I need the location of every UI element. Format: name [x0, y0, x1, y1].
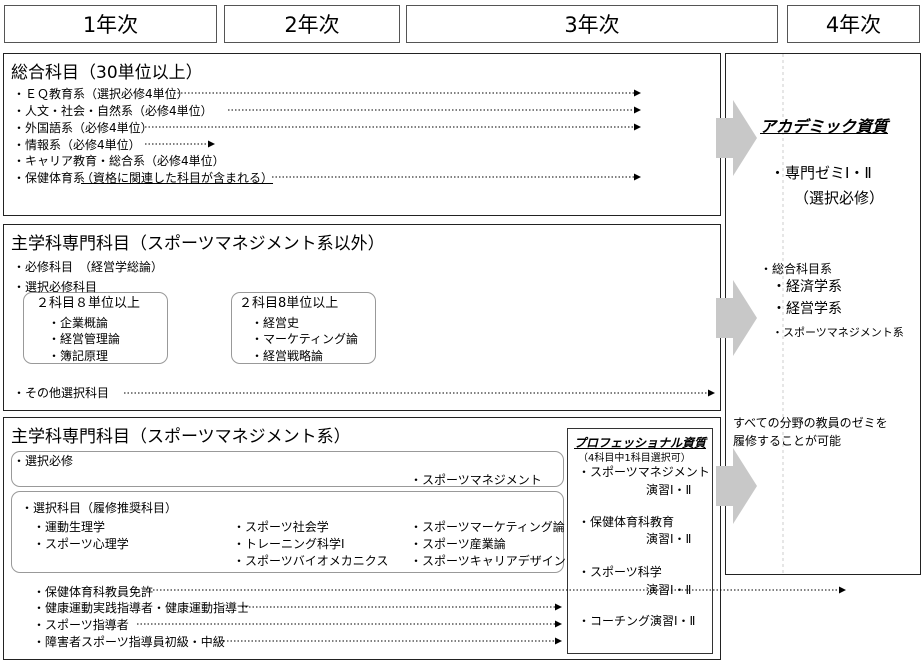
group1-item: ・経営管理論 — [48, 332, 121, 346]
group2-item: ・経営史 — [251, 316, 300, 330]
general-title: 総合科目（30単位以上） — [11, 63, 203, 83]
general-item-career: ・キャリア教育・総合系（必修4単位） — [13, 154, 225, 168]
academic-seminar: ・専門ゼミⅠ・Ⅱ — [770, 164, 872, 182]
license-item: ・障害者スポーツ指導員初級・中級 — [33, 635, 225, 649]
group2-item: ・マーケティング論 — [251, 332, 359, 346]
general-item-eq: ・ＥＱ教育系（選択必修4単位） — [13, 87, 189, 101]
general-item-humanities: ・人文・社会・自然系（必修4単位） — [13, 104, 213, 118]
professional-item-sub: 演習Ⅰ・Ⅱ — [646, 483, 692, 497]
major-other-required: ・必修科目 （経営学総論） — [13, 260, 164, 274]
academic-note: 履修することが可能 — [733, 434, 842, 448]
academic-seminar-note: （選択必修） — [794, 189, 885, 207]
general-item-language: ・外国語系（必修4単位） — [13, 121, 153, 135]
academic-note: すべての分野の教員のゼミを — [733, 416, 888, 430]
professional-note: （4科目中1科目選択可） — [578, 453, 691, 464]
grey-arrow-major-sports — [716, 448, 757, 524]
general-item-health-note: （資格に関連した科目が含まれる） — [81, 171, 274, 185]
professional-title: プロフェッショナル資質 — [574, 436, 707, 450]
sports-elective-label: ・選択科目（履修推奨科目） — [21, 501, 178, 515]
sports-col2-item: ・トレーニング科学Ⅰ — [233, 537, 345, 551]
sports-col3-item: ・スポーツキャリアデザイン — [410, 554, 566, 568]
academic-sports-item: ・スポーツマネジメント系 — [772, 326, 904, 339]
sports-required-label: ・選択必修 — [13, 454, 74, 468]
grey-arrow-major-other — [716, 280, 757, 356]
major-other-title: 主学科専門科目（スポーツマネジメント系以外） — [11, 234, 385, 254]
sports-col3-item: ・スポーツ産業論 — [410, 537, 506, 551]
major-other-others: ・その他選択科目 — [13, 386, 110, 400]
professional-item: ・保健体育科教育 — [578, 515, 675, 529]
professional-item: ・スポーツマネジメント — [578, 465, 710, 479]
general-item-info: ・情報系（必修4単位） — [13, 138, 141, 152]
group2-item: ・経営戦略論 — [251, 349, 324, 363]
general-item-health: ・保健体育系 — [13, 171, 86, 185]
professional-item: ・スポーツ科学 — [578, 565, 662, 579]
grey-arrow-general — [716, 100, 757, 176]
license-item: ・健康運動実践指導者・健康運動指導士 — [33, 601, 250, 615]
academic-general-label: ・総合科目系 — [760, 262, 833, 276]
sports-col1-item: ・スポーツ心理学 — [33, 537, 129, 551]
group2-title: ２科目8単位以上 — [239, 296, 339, 311]
academic-general-item: ・経済学系 — [772, 279, 842, 295]
group1-item: ・簿記原理 — [48, 349, 109, 363]
sports-col2-item: ・スポーツ社会学 — [233, 520, 329, 534]
sports-col3-item: ・スポーツマーケティング論 — [410, 520, 565, 534]
professional-item: ・コーチング演習Ⅰ・Ⅱ — [578, 614, 696, 628]
group1-title: ２科目８単位以上 — [36, 296, 141, 311]
sports-required-item: ・スポーツマネジメント — [410, 473, 542, 487]
sports-col1-item: ・運動生理学 — [33, 520, 106, 534]
professional-item-sub: 演習Ⅰ・Ⅱ — [646, 583, 692, 597]
license-item: ・スポーツ指導者 — [33, 618, 129, 632]
sports-col2-item: ・スポーツバイオメカニクス — [233, 554, 389, 568]
academic-title: アカデミック資質 — [760, 117, 889, 136]
academic-general-item: ・経営学系 — [772, 301, 842, 317]
major-other-elective-label: ・選択必修科目 — [13, 280, 98, 294]
major-sports-title: 主学科専門科目（スポーツマネジメント系） — [11, 427, 351, 447]
professional-item-sub: 演習Ⅰ・Ⅱ — [646, 532, 692, 546]
license-item: ・保健体育科教員免許 — [33, 585, 154, 599]
group1-item: ・企業概論 — [48, 316, 109, 330]
